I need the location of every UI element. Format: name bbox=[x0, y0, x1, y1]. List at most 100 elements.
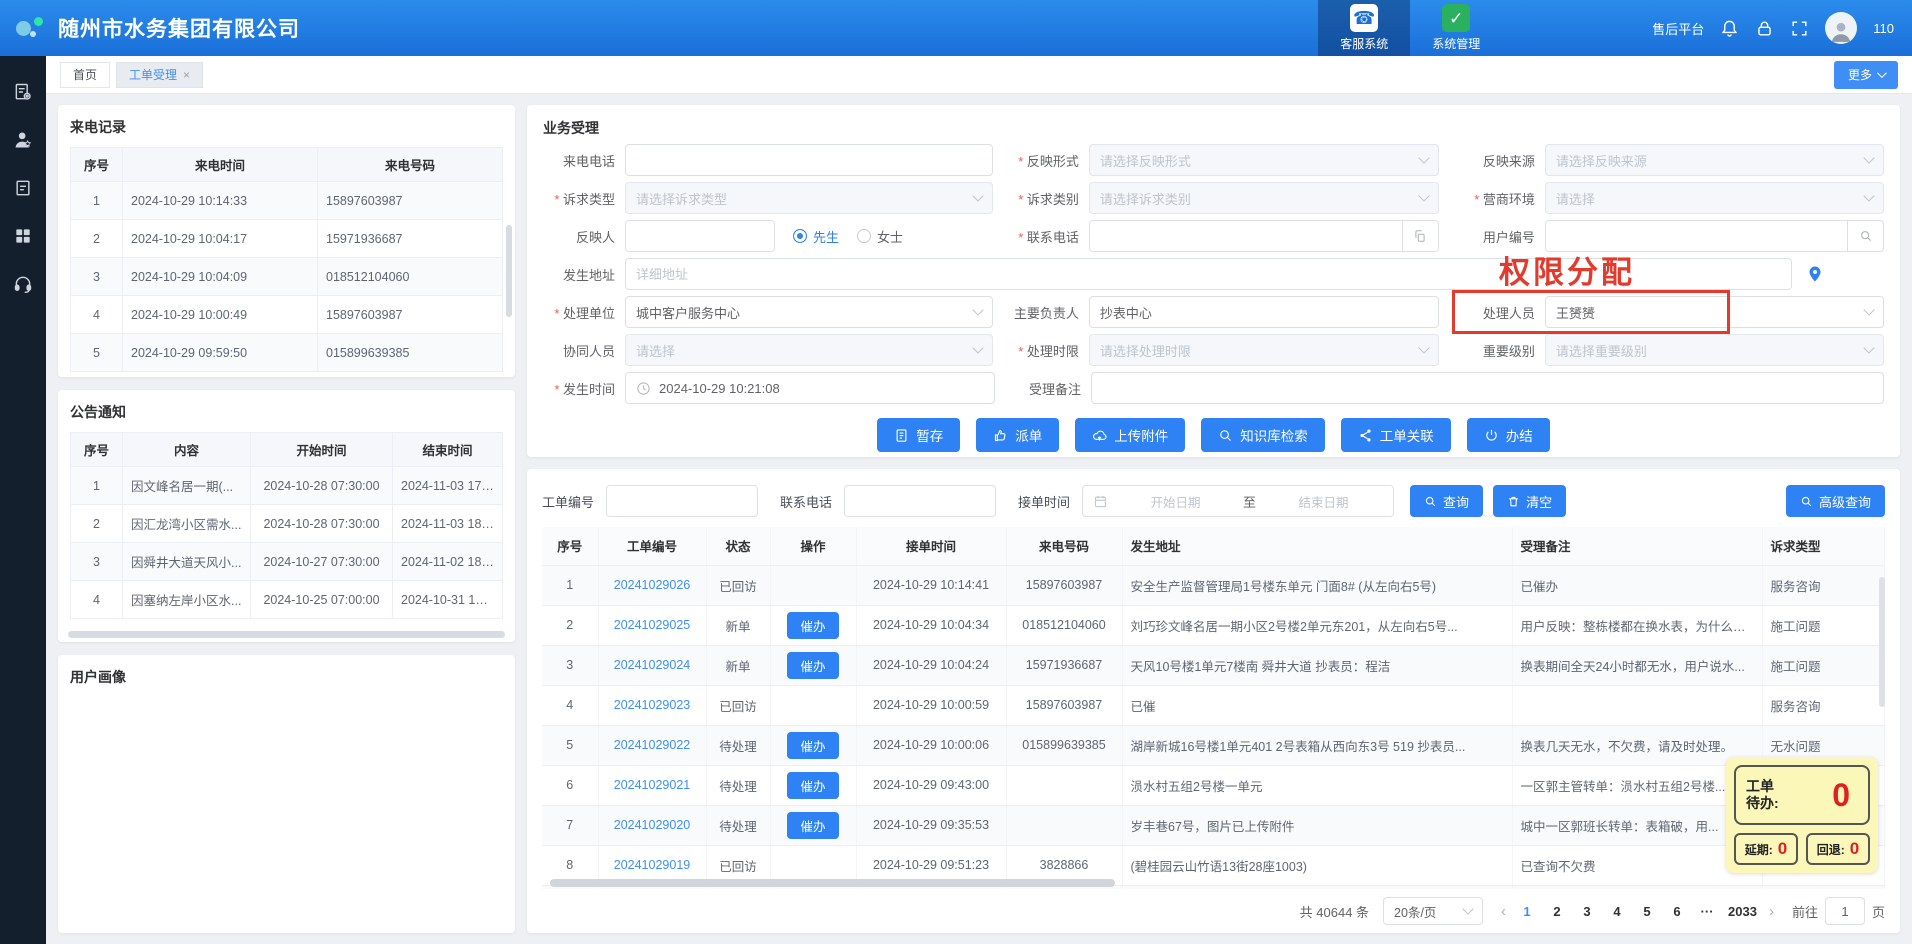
call-record-row[interactable]: 22024-10-29 10:04:1715971936687 bbox=[71, 220, 503, 258]
handle-unit-select[interactable]: 城中客户服务中心 bbox=[625, 296, 993, 328]
share-icon bbox=[1358, 428, 1373, 443]
bell-icon[interactable] bbox=[1720, 19, 1739, 38]
call-record-row[interactable]: 42024-10-29 10:00:4915897603987 bbox=[71, 296, 503, 334]
field-label: 处理单位 bbox=[543, 303, 625, 322]
more-button[interactable]: 更多 bbox=[1834, 61, 1898, 89]
upload-attachment-button[interactable]: 上传附件 bbox=[1075, 418, 1185, 452]
order-link[interactable]: 20241029026 bbox=[614, 578, 690, 592]
page-number[interactable]: 2033 bbox=[1724, 898, 1761, 924]
notice-row[interactable]: 4因塞纳左岸小区水...2024-10-25 07:00:002024-10-3… bbox=[71, 581, 503, 619]
field-label: 发生地址 bbox=[543, 265, 625, 284]
importance-select[interactable]: 请选择重要级别 bbox=[1545, 334, 1884, 366]
handle-limit-select[interactable]: 请选择处理时限 bbox=[1089, 334, 1439, 366]
page-ellipsis[interactable]: ··· bbox=[1694, 898, 1720, 924]
notice-row[interactable]: 2因汇龙湾小区需水...2024-10-28 07:30:002024-11-0… bbox=[71, 505, 503, 543]
after-sales-platform-link[interactable]: 售后平台 bbox=[1652, 19, 1704, 38]
scrollbar-thumb[interactable] bbox=[506, 225, 512, 317]
reflect-person-input[interactable] bbox=[625, 220, 775, 252]
order-link[interactable]: 20241029020 bbox=[614, 818, 690, 832]
fullscreen-icon[interactable] bbox=[1790, 19, 1809, 38]
tab-home[interactable]: 首页 bbox=[60, 62, 110, 88]
scrollbar-thumb[interactable] bbox=[68, 631, 505, 638]
search-icon[interactable] bbox=[1848, 220, 1884, 252]
gender-female-radio[interactable]: 女士 bbox=[857, 227, 903, 246]
date-range-picker[interactable]: 开始日期 至 结束日期 bbox=[1082, 485, 1394, 517]
call-record-row[interactable]: 52024-10-29 09:59:50015899639385 bbox=[71, 334, 503, 372]
order-link[interactable]: 20241029023 bbox=[614, 698, 690, 712]
goto-page-input[interactable] bbox=[1825, 897, 1865, 925]
chevron-down-icon bbox=[1462, 903, 1473, 914]
tab-close-icon[interactable]: × bbox=[183, 68, 190, 82]
person-star-icon[interactable] bbox=[13, 130, 33, 150]
contact-phone-input[interactable] bbox=[1089, 220, 1403, 252]
order-link[interactable]: 20241029024 bbox=[614, 658, 690, 672]
call-record-row[interactable]: 32024-10-29 10:04:09018512104060 bbox=[71, 258, 503, 296]
search-phone-input[interactable] bbox=[844, 485, 996, 517]
copy-icon[interactable] bbox=[1403, 220, 1439, 252]
query-button[interactable]: 查询 bbox=[1410, 485, 1483, 517]
todo-pending-box: 工单 待办: 0 bbox=[1734, 765, 1870, 825]
headset-icon[interactable] bbox=[13, 274, 33, 294]
call-record-row[interactable]: 12024-10-29 10:14:3315897603987 bbox=[71, 182, 503, 220]
urge-button[interactable]: 催办 bbox=[787, 652, 839, 679]
notice-row[interactable]: 3因舜井大道天风小...2024-10-27 07:30:002024-11-0… bbox=[71, 543, 503, 581]
link-work-order-button[interactable]: 工单关联 bbox=[1341, 418, 1451, 452]
horizontal-scrollbar[interactable] bbox=[550, 879, 1115, 887]
business-env-select[interactable]: 请选择 bbox=[1545, 182, 1884, 214]
icon-sidebar bbox=[0, 56, 46, 944]
page-number[interactable]: 1 bbox=[1514, 898, 1540, 924]
prev-page-icon[interactable]: ‹ bbox=[1497, 903, 1510, 920]
occur-time-picker[interactable]: 2024-10-29 10:21:08 bbox=[625, 372, 995, 404]
save-draft-button[interactable]: 暂存 bbox=[877, 418, 960, 452]
order-link[interactable]: 20241029021 bbox=[614, 778, 690, 792]
next-page-icon[interactable]: › bbox=[1765, 903, 1778, 920]
user-avatar[interactable] bbox=[1825, 12, 1857, 44]
advanced-query-button[interactable]: 高级查询 bbox=[1786, 485, 1885, 517]
pagination: 共 40644 条 20条/页 ‹ 1 2 3 4 5 6 ··· 2033 bbox=[542, 889, 1885, 933]
urge-button[interactable]: 催办 bbox=[787, 772, 839, 799]
knowledge-base-search-button[interactable]: 知识库检索 bbox=[1201, 418, 1325, 452]
order-link[interactable]: 20241029022 bbox=[614, 738, 690, 752]
delay-count: 0 bbox=[1778, 839, 1787, 859]
order-link[interactable]: 20241029019 bbox=[614, 858, 690, 872]
order-link[interactable]: 20241029025 bbox=[614, 618, 690, 632]
search-icon bbox=[1800, 495, 1813, 508]
page-number[interactable]: 4 bbox=[1604, 898, 1630, 924]
reflect-form-select[interactable]: 请选择反映形式 bbox=[1089, 144, 1439, 176]
order-no-input[interactable] bbox=[606, 485, 758, 517]
remark-input[interactable] bbox=[1091, 372, 1884, 404]
co-person-select[interactable]: 请选择 bbox=[625, 334, 993, 366]
appeal-type-select[interactable]: 请选择诉求类型 bbox=[625, 182, 993, 214]
appeal-category-select[interactable]: 请选择诉求类别 bbox=[1089, 182, 1439, 214]
urge-button[interactable]: 催办 bbox=[787, 612, 839, 639]
nav-customer-service[interactable]: ☎ 客服系统 bbox=[1318, 0, 1410, 56]
call-phone-input[interactable] bbox=[625, 144, 993, 176]
finish-button[interactable]: 办结 bbox=[1467, 418, 1550, 452]
page-size-select[interactable]: 20条/页 bbox=[1383, 897, 1483, 925]
urge-button[interactable]: 催办 bbox=[787, 732, 839, 759]
notice-row[interactable]: 1因文峰名居一期(...2024-10-28 07:30:002024-11-0… bbox=[71, 467, 503, 505]
nav-system-admin[interactable]: ✓ 系统管理 bbox=[1410, 0, 1502, 56]
user-no-input[interactable] bbox=[1545, 220, 1848, 252]
column-header: 序号 bbox=[71, 433, 123, 467]
address-input[interactable] bbox=[625, 258, 1792, 290]
doc-settings-icon[interactable] bbox=[13, 82, 33, 102]
column-header: 诉求类型 bbox=[1762, 527, 1885, 565]
page-number[interactable]: 3 bbox=[1574, 898, 1600, 924]
urge-button[interactable]: 催办 bbox=[787, 812, 839, 839]
dispatch-button[interactable]: 派单 bbox=[976, 418, 1059, 452]
clear-button[interactable]: 清空 bbox=[1493, 485, 1566, 517]
reflect-source-select[interactable]: 请选择反映来源 bbox=[1545, 144, 1884, 176]
document-icon[interactable] bbox=[13, 178, 33, 198]
location-pin-icon[interactable] bbox=[1806, 265, 1824, 283]
page-number[interactable]: 5 bbox=[1634, 898, 1660, 924]
gender-male-radio[interactable]: 先生 bbox=[793, 227, 839, 246]
handler-select[interactable]: 王赟赟 bbox=[1545, 296, 1884, 328]
main-leader-field[interactable]: 抄表中心 bbox=[1089, 296, 1439, 328]
vertical-scrollbar[interactable] bbox=[1879, 577, 1885, 707]
page-number[interactable]: 2 bbox=[1544, 898, 1570, 924]
grid-icon[interactable] bbox=[13, 226, 33, 246]
tab-work-order[interactable]: 工单受理 × bbox=[116, 62, 203, 88]
page-number[interactable]: 6 bbox=[1664, 898, 1690, 924]
lock-icon[interactable] bbox=[1755, 19, 1774, 38]
